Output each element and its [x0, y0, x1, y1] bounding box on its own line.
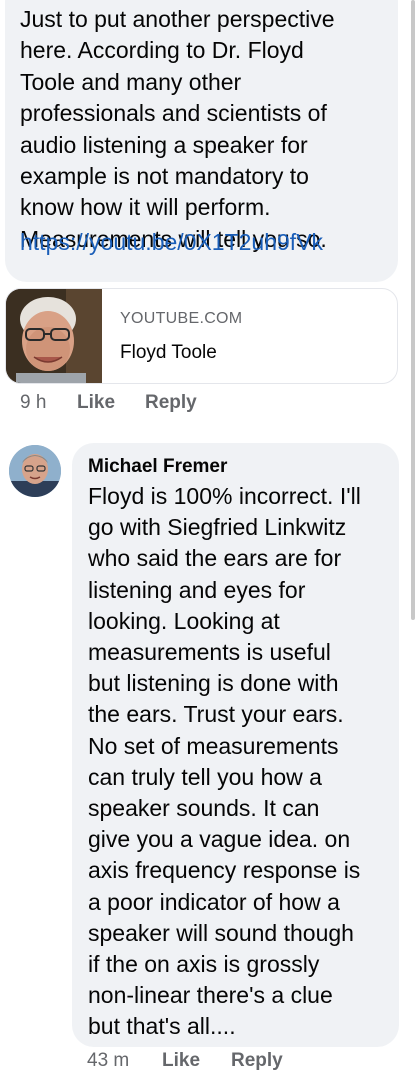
- like-button[interactable]: Like: [77, 392, 115, 414]
- video-thumbnail[interactable]: [6, 289, 102, 383]
- avatar[interactable]: [9, 445, 61, 497]
- link-preview-card[interactable]: YOUTUBE.COM Floyd Toole: [5, 288, 398, 384]
- preview-title: Floyd Toole: [120, 342, 217, 363]
- scrollbar[interactable]: [411, 0, 415, 620]
- like-button[interactable]: Like: [162, 1050, 200, 1072]
- preview-domain: YOUTUBE.COM: [120, 310, 243, 327]
- comment-link[interactable]: https://youtu.be/0X1T2uh9fVk: [20, 227, 323, 258]
- comment-text: Floyd is 100% incorrect. I'll go with Si…: [88, 483, 361, 1040]
- comment-author[interactable]: Michael Fremer: [88, 456, 227, 478]
- reply-button[interactable]: Reply: [145, 392, 197, 414]
- comment-bubble: Michael Fremer Floyd is 100% incorrect. …: [72, 443, 399, 1047]
- comment-timestamp: 43 m: [87, 1050, 130, 1071]
- reply-button[interactable]: Reply: [231, 1050, 283, 1072]
- comment-timestamp: 9 h: [20, 392, 47, 413]
- comment-text: Just to put another perspective here. Ac…: [20, 6, 335, 252]
- comment-bubble: Just to put another perspective here. Ac…: [5, 0, 398, 282]
